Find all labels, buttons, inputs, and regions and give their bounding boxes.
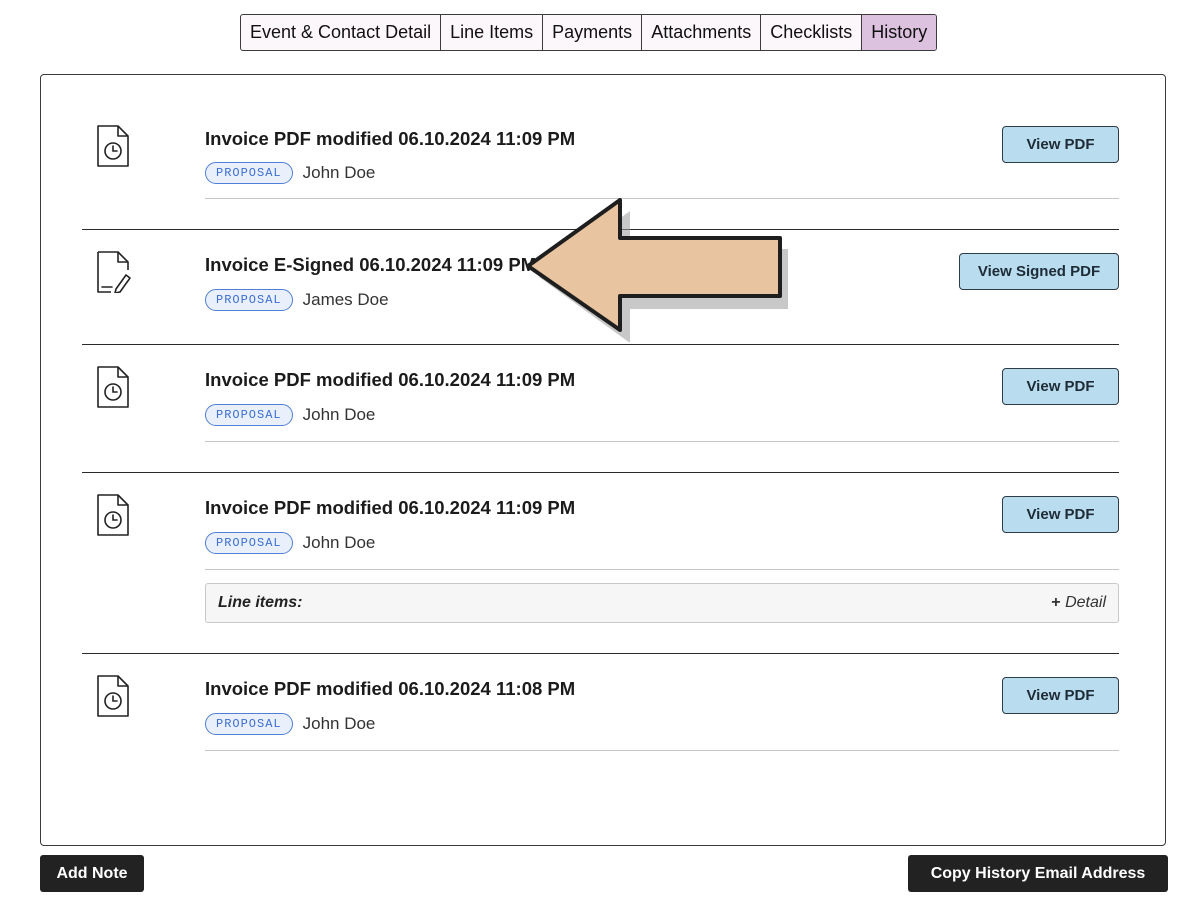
view-pdf-button[interactable]: View PDF [1002,496,1119,533]
history-entry: Invoice PDF modified 06.10.2024 11:09 PM… [82,472,1119,653]
view-pdf-button[interactable]: View PDF [1002,126,1119,163]
tab-event-contact-detail[interactable]: Event & Contact Detail [241,15,442,50]
tab-bar: Event & Contact Detail Line Items Paymen… [240,14,938,51]
document-signature-icon [97,251,131,293]
entry-title: Invoice PDF modified 06.10.2024 11:08 PM [205,678,576,699]
status-badge: PROPOSAL [205,532,293,554]
document-clock-icon [97,125,129,167]
entry-title: Invoice PDF modified 06.10.2024 11:09 PM [205,128,576,149]
view-signed-pdf-button[interactable]: View Signed PDF [959,253,1119,290]
status-badge: PROPOSAL [205,162,293,184]
line-items-label: Line items: [218,594,303,611]
tab-attachments[interactable]: Attachments [642,15,762,50]
copy-history-email-button[interactable]: Copy History Email Address [908,855,1168,892]
status-badge: PROPOSAL [205,713,293,735]
entry-title: Invoice PDF modified 06.10.2024 11:09 PM [205,369,576,390]
detail-toggle-label: Detail [1065,594,1106,611]
entry-author: John Doe [302,714,376,733]
entry-meta: PROPOSAL James Doe [205,289,389,311]
entry-divider [205,569,1119,570]
entry-meta: PROPOSAL John Doe [205,532,375,554]
entry-author: John Doe [302,533,376,552]
history-entry: Invoice PDF modified 06.10.2024 11:08 PM… [82,653,1119,773]
plus-icon: + [1051,594,1061,611]
line-items-detail: Line items: + Detail [205,583,1119,623]
document-clock-icon [97,675,129,717]
document-clock-icon [97,494,129,536]
history-panel: Invoice PDF modified 06.10.2024 11:09 PM… [40,74,1166,846]
entry-author: John Doe [302,163,376,182]
tab-history[interactable]: History [862,15,937,50]
entry-meta: PROPOSAL John Doe [205,713,375,735]
entry-divider [205,441,1119,442]
status-badge: PROPOSAL [205,404,293,426]
entry-author: John Doe [302,405,376,424]
entry-title: Invoice E-Signed 06.10.2024 11:09 PM [205,254,537,275]
tab-payments[interactable]: Payments [543,15,643,50]
detail-expand-toggle[interactable]: + Detail [1051,594,1106,612]
entry-title: Invoice PDF modified 06.10.2024 11:09 PM [205,497,576,518]
tab-line-items[interactable]: Line Items [441,15,544,50]
document-clock-icon [97,366,129,408]
entry-meta: PROPOSAL John Doe [205,404,375,426]
status-badge: PROPOSAL [205,289,293,311]
entry-author: James Doe [302,290,389,309]
callout-arrow [526,198,788,342]
add-note-button[interactable]: Add Note [40,855,144,892]
history-entry: Invoice PDF modified 06.10.2024 11:09 PM… [82,344,1119,472]
entry-meta: PROPOSAL John Doe [205,162,375,184]
tab-checklists[interactable]: Checklists [761,15,863,50]
view-pdf-button[interactable]: View PDF [1002,368,1119,405]
view-pdf-button[interactable]: View PDF [1002,677,1119,714]
entry-divider [205,750,1119,751]
